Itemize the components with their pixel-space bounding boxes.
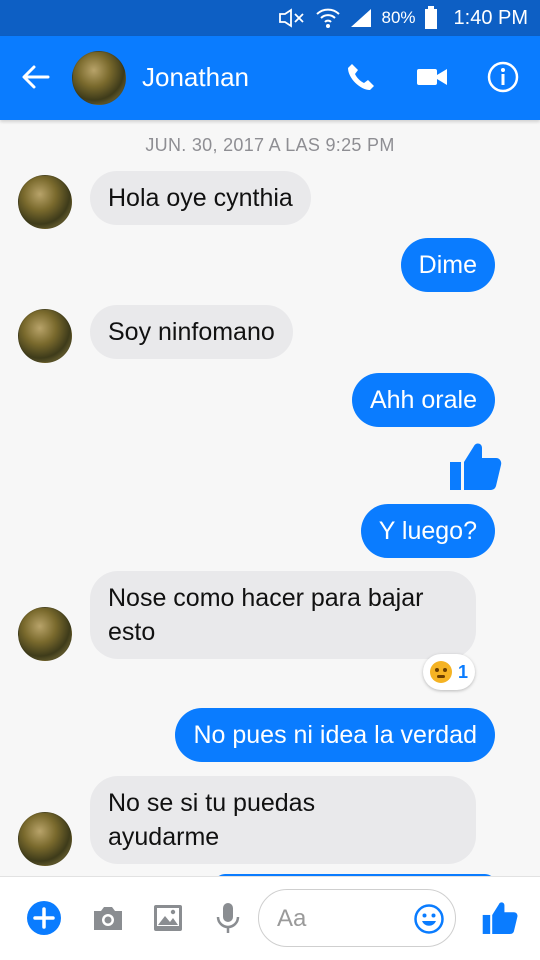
message-input-container bbox=[258, 889, 456, 947]
thumbs-up-send-icon[interactable] bbox=[480, 897, 518, 937]
outgoing-message[interactable]: Y luego? bbox=[360, 504, 495, 558]
video-call-icon[interactable] bbox=[415, 60, 449, 94]
sender-avatar[interactable] bbox=[18, 175, 72, 229]
contact-avatar[interactable] bbox=[72, 51, 126, 105]
thumbs-up-icon[interactable] bbox=[446, 436, 502, 494]
outgoing-message[interactable]: Dime bbox=[400, 238, 495, 292]
incoming-message[interactable]: Soy ninfomano bbox=[90, 305, 293, 359]
sender-avatar[interactable] bbox=[18, 812, 72, 866]
microphone-icon[interactable] bbox=[210, 900, 246, 936]
outgoing-message[interactable]: Ahh orale bbox=[351, 373, 495, 427]
wifi-icon bbox=[316, 8, 341, 28]
reaction-count: 1 bbox=[457, 661, 468, 682]
status-bar: 80% 1:40 PM bbox=[0, 0, 540, 36]
battery-percent: 80% bbox=[381, 8, 416, 27]
incoming-message[interactable]: Hola oye cynthia bbox=[90, 171, 311, 225]
sender-avatar[interactable] bbox=[18, 309, 72, 363]
clock: 1:40 PM bbox=[453, 6, 528, 29]
outgoing-message[interactable]: No pues ni idea la verdad bbox=[175, 708, 495, 762]
plus-icon[interactable] bbox=[26, 900, 62, 936]
battery-icon bbox=[424, 6, 437, 29]
incoming-message[interactable]: No se si tu puedas ayudarme bbox=[90, 776, 476, 864]
emoji-smile-icon[interactable] bbox=[413, 903, 445, 935]
status-icons: 80% 1:40 PM bbox=[277, 0, 528, 36]
mute-icon bbox=[279, 8, 305, 28]
message-reaction[interactable]: 1 bbox=[423, 654, 475, 690]
gallery-icon[interactable] bbox=[150, 900, 186, 936]
incoming-message[interactable]: Nose como hacer para bajar esto bbox=[90, 571, 476, 659]
camera-icon[interactable] bbox=[90, 900, 126, 936]
message-composer bbox=[0, 876, 540, 960]
sender-avatar[interactable] bbox=[18, 607, 72, 661]
conversation-header: Jonathan bbox=[0, 36, 540, 120]
contact-name[interactable]: Jonathan bbox=[142, 62, 249, 93]
info-icon[interactable] bbox=[486, 60, 520, 94]
date-separator: JUN. 30, 2017 A LAS 9:25 PM bbox=[145, 135, 395, 155]
signal-icon bbox=[351, 9, 372, 27]
phone-call-icon[interactable] bbox=[344, 60, 378, 94]
message-input[interactable] bbox=[277, 902, 407, 936]
back-arrow-icon[interactable] bbox=[20, 61, 52, 93]
angry-face-icon bbox=[429, 661, 452, 683]
